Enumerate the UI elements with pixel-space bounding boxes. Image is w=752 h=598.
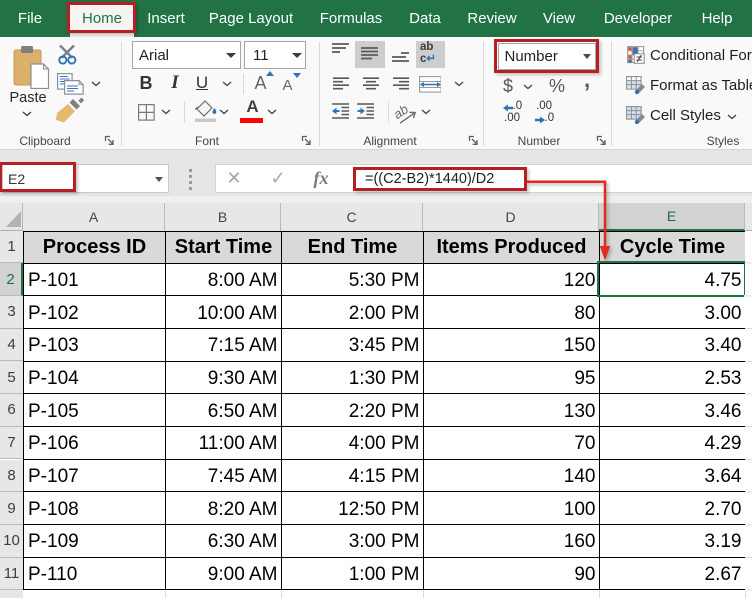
- svg-text:ab: ab: [395, 101, 411, 122]
